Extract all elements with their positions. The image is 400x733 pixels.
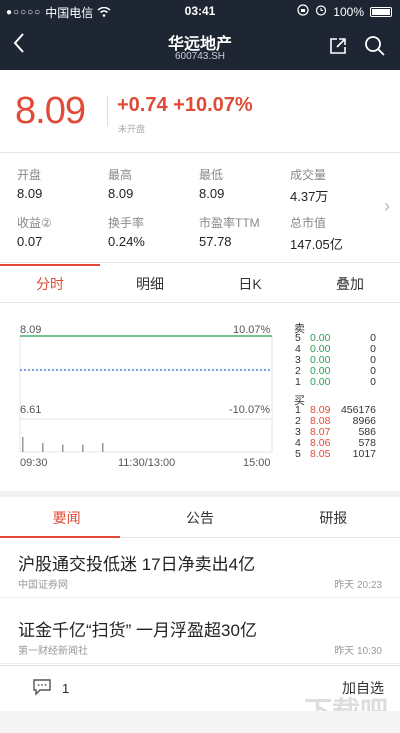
stat-label: 最低: [199, 168, 224, 182]
y-label-pct-high: 10.07%: [233, 324, 271, 336]
stat-value: 8.09: [108, 186, 134, 201]
volume-bar: [82, 444, 84, 452]
stat-label: 总市值: [290, 216, 327, 230]
news-tabs: 要闻 公告 研报: [0, 498, 400, 538]
sell-row: 1 0.00 0: [290, 377, 380, 388]
volume-bar: [22, 437, 24, 452]
news-source: 第一财经新闻社: [18, 646, 88, 657]
news-item[interactable]: 沪股通交投低迷 17日净卖出4亿 中国证券网 昨天 20:23: [0, 540, 400, 598]
sell-row: 4 0.00 0: [290, 344, 380, 355]
x-label-start: 09:30: [20, 457, 48, 469]
news-item[interactable]: 证金千亿“扫货” 一月浮盈超30亿 第一财经新闻社 昨天 10:30: [0, 606, 400, 664]
stat-value: 4.37万: [290, 189, 329, 204]
tab-research[interactable]: 研报: [267, 498, 400, 537]
quote-header: 8.09 +0.74 +10.07% 未开盘: [0, 70, 400, 150]
news-tab-indicator: [0, 536, 120, 538]
order-book: 卖 5 0.00 0 4 0.00 0 3 0.00 0 2 0.00 0 1 0.00 0 买 1 8.09…: [290, 320, 380, 460]
battery-icon: [370, 6, 392, 17]
stat-open: 开盘 8.09: [17, 166, 107, 201]
news-time: 昨天 20:23: [334, 580, 382, 591]
stat-value: 147.05亿: [290, 237, 343, 252]
price-change: +0.74 +10.07%: [117, 94, 253, 116]
stat-high: 最高 8.09: [108, 166, 198, 201]
stat-label: 换手率: [108, 216, 145, 230]
stat-value: 0.24%: [108, 234, 145, 249]
nav-bar: 华远地产 600743.SH: [0, 22, 400, 70]
volume-bar: [62, 444, 64, 452]
separator: [107, 96, 108, 126]
share-button[interactable]: [328, 36, 348, 61]
volume: 1017: [352, 448, 376, 460]
y-label-high: 8.09: [20, 324, 42, 336]
tab-news[interactable]: 要闻: [0, 498, 133, 537]
status-bar: ●○○○○ 中国电信 03:41 100%: [0, 0, 400, 22]
tab-intraday[interactable]: 分时: [0, 266, 100, 302]
stats-grid[interactable]: 开盘 8.09 最高 8.09 最低 8.09 成交量 4.37万 收益② 0.…: [0, 160, 400, 255]
battery-percent: 100%: [333, 4, 364, 19]
stat-turnover: 换手率 0.24%: [108, 214, 198, 249]
stat-label: 最高: [108, 168, 133, 182]
level: 1: [295, 376, 301, 388]
stat-pe: 市盈率TTM 57.78: [199, 214, 289, 249]
volume: 0: [370, 376, 376, 388]
buy-row: 5 8.05 1017: [290, 449, 380, 460]
stat-label: 收益②: [17, 216, 52, 230]
news-headline: 证金千亿“扫货” 一月浮盈超30亿: [18, 621, 257, 640]
market-status: 未开盘: [118, 124, 146, 134]
y-label-pct-low: -10.07%: [229, 404, 270, 416]
chart-tabs: 分时 明细 日K 叠加: [0, 266, 400, 302]
stat-label: 市盈率TTM: [199, 216, 260, 230]
volume-bar: [42, 443, 44, 452]
stat-volume: 成交量 4.37万: [290, 166, 380, 205]
alarm-icon: [315, 4, 327, 19]
current-price: 8.09: [15, 90, 86, 132]
sell-row: 2 0.00 0: [290, 366, 380, 377]
news-source: 中国证券网: [18, 580, 68, 591]
search-button[interactable]: [364, 35, 386, 62]
tab-overlay[interactable]: 叠加: [300, 266, 400, 302]
sell-header: 卖: [294, 323, 305, 335]
stat-value: 57.78: [199, 234, 232, 249]
stat-eps: 收益② 0.07: [17, 214, 107, 249]
stat-low: 最低 8.09: [199, 166, 289, 201]
volume-bar: [102, 443, 104, 452]
stat-value: 8.09: [199, 186, 225, 201]
comment-button[interactable]: 1: [32, 678, 69, 699]
news-time: 昨天 10:30: [334, 646, 382, 657]
chart-frame: [19, 335, 273, 453]
comment-icon: [32, 678, 52, 699]
divider: [0, 262, 400, 263]
x-label-mid: 11:30/13:00: [118, 457, 176, 469]
stat-value: 8.09: [17, 186, 43, 201]
y-label-low: 6.61: [20, 404, 42, 416]
bottom-strip: [0, 711, 400, 733]
stat-label: 成交量: [290, 168, 327, 182]
tab-announcements[interactable]: 公告: [133, 498, 266, 537]
sell-row: 5 0.00 0: [290, 333, 380, 344]
section-divider: [0, 491, 400, 497]
comment-count: 1: [62, 681, 70, 696]
price: 0.00: [310, 376, 331, 388]
price: 8.05: [310, 448, 331, 460]
stat-value: 0.07: [17, 234, 43, 249]
divider: [0, 152, 400, 153]
chevron-right-icon[interactable]: ›: [384, 196, 390, 217]
news-headline: 沪股通交投低迷 17日净卖出4亿: [18, 555, 256, 574]
level: 5: [295, 448, 301, 460]
stat-market-cap: 总市值 147.05亿: [290, 214, 380, 253]
tab-detail[interactable]: 明细: [100, 266, 200, 302]
rotation-lock-icon: [297, 4, 309, 19]
stat-label: 开盘: [17, 168, 42, 182]
tab-daily-k[interactable]: 日K: [200, 266, 300, 302]
x-label-end: 15:00: [243, 457, 271, 469]
sell-row: 3 0.00 0: [290, 355, 380, 366]
